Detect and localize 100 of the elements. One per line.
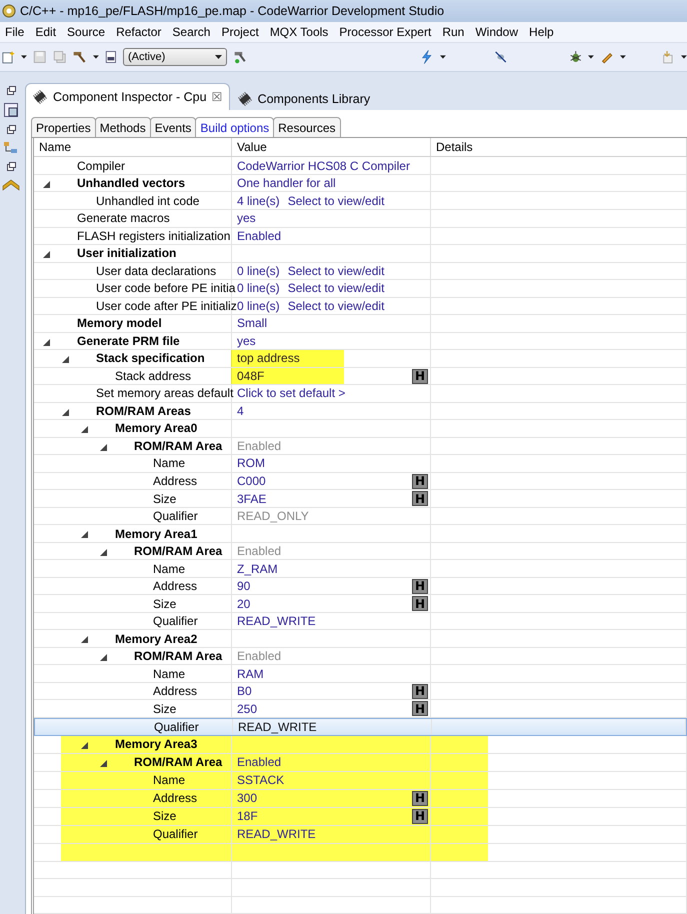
edit-link[interactable]: Select to view/edit — [280, 194, 384, 208]
expanded-arrow-icon[interactable] — [43, 251, 50, 258]
expanded-arrow-icon[interactable] — [62, 356, 69, 364]
tree-row[interactable]: Memory Area2 — [34, 630, 687, 648]
tree-row[interactable]: Name SSTACK — [34, 772, 687, 790]
dropdown-caret-icon[interactable] — [440, 55, 446, 59]
tree-row[interactable]: Qualifier READ_WRITE — [34, 826, 687, 844]
inspector-tab[interactable]: Properties — [31, 117, 96, 137]
expanded-arrow-icon[interactable] — [81, 742, 88, 748]
menu-item[interactable]: Help — [524, 25, 560, 39]
menu-item[interactable]: Window — [470, 25, 524, 39]
bug-icon[interactable] — [569, 49, 582, 65]
expanded-arrow-icon[interactable] — [81, 636, 88, 644]
tree-row[interactable]: Memory model Small — [34, 315, 687, 333]
property-value: Enabled — [236, 755, 282, 769]
menu-item[interactable]: Refactor — [111, 25, 168, 39]
property-name: Address — [153, 684, 198, 698]
restore-icon[interactable] — [6, 86, 16, 95]
property-name: Qualifier — [153, 614, 198, 628]
property-name: ROM/RAM Area — [134, 438, 222, 453]
hex-button[interactable]: H — [412, 808, 428, 824]
property-value: Enabled — [236, 649, 282, 664]
tree-row[interactable]: Memory Area1 — [34, 525, 687, 543]
dropdown-caret-icon[interactable] — [93, 55, 100, 59]
inspector-tab[interactable]: Events — [150, 117, 196, 137]
property-value: ROM — [236, 456, 265, 470]
column-header[interactable]: Details — [431, 138, 687, 156]
expanded-arrow-icon[interactable] — [81, 531, 88, 538]
tree-row[interactable]: Memory Area3 — [34, 736, 687, 754]
property-value: Enabled — [236, 544, 282, 558]
property-value: Z_RAM — [236, 562, 278, 576]
new-file-icon[interactable] — [2, 49, 16, 65]
chevron-up-icon[interactable] — [2, 178, 20, 192]
dropdown-caret-icon[interactable] — [21, 55, 28, 59]
inspector-tab[interactable]: Build options — [195, 117, 274, 137]
tree-row[interactable]: Size 18F H — [34, 808, 687, 826]
menu-item[interactable]: Source — [62, 25, 112, 39]
property-value: Small — [236, 316, 268, 330]
tree-row[interactable]: Compiler CodeWarrior HCS08 C Compiler — [34, 157, 687, 175]
tree-row[interactable]: Unhandled int code 4 line(s) Select to view/edit — [34, 192, 687, 210]
c-file-icon[interactable] — [3, 102, 19, 118]
hex-button[interactable]: H — [412, 368, 428, 384]
tree-row[interactable]: Generate macros yes — [34, 210, 687, 228]
tree-row[interactable]: User code after PE initializ0 line(s) Select to view/edit — [34, 298, 687, 316]
view-tab-label[interactable]: Components Library — [258, 92, 370, 106]
expanded-arrow-icon[interactable] — [43, 180, 50, 188]
edit-link[interactable]: Select to view/edit — [280, 264, 384, 278]
property-value: 048F — [236, 368, 264, 383]
property-name: ROM/RAM Area — [134, 544, 222, 558]
tree-row[interactable]: ROM/RAM Areas 4 — [34, 402, 687, 420]
tree-row[interactable]: Memory Area0 — [34, 420, 687, 438]
tree-row[interactable]: Unhandled vectors One handler for all — [34, 174, 687, 192]
view-tab-label[interactable]: Component Inspector - Cpu — [53, 90, 207, 104]
view-tab[interactable]: Components Library — [230, 86, 378, 110]
inspector-tab[interactable]: Resources — [273, 117, 340, 137]
restore-icon[interactable] — [6, 125, 16, 134]
disconnect-icon[interactable] — [494, 49, 508, 65]
menu-item[interactable]: Project — [216, 25, 265, 39]
property-name: Name — [153, 666, 186, 681]
property-name: User code after PE initializ — [96, 298, 237, 313]
edit-link[interactable]: Select to view/edit — [280, 298, 384, 313]
menu-item[interactable]: MQX Tools — [264, 25, 334, 39]
property-value: yes — [236, 334, 256, 348]
tree-row[interactable]: Set memory areas default Click to set default > — [34, 385, 687, 403]
expanded-arrow-icon[interactable] — [100, 760, 107, 766]
expanded-arrow-icon[interactable] — [81, 426, 88, 434]
tree-row[interactable]: ROM/RAM Area Enabled — [34, 754, 687, 772]
tree-row[interactable]: Stack address 048F H — [34, 368, 687, 386]
view-tab[interactable]: Component Inspector - Cpu ☒ — [25, 83, 230, 110]
dropdown-caret-icon[interactable] — [681, 55, 687, 59]
hierarchy-icon[interactable] — [3, 141, 19, 155]
tree-row[interactable]: Stack specification top address — [34, 350, 687, 368]
hex-button[interactable]: H — [412, 790, 428, 806]
property-value: Click to set default > — [236, 386, 346, 400]
tree-row[interactable]: User initialization — [34, 245, 687, 263]
menu-item[interactable]: Run — [437, 25, 470, 39]
menu-item[interactable]: File — [0, 25, 30, 39]
restore-icon[interactable] — [6, 162, 16, 171]
close-icon[interactable]: ☒ — [212, 90, 223, 104]
dropdown-caret-icon[interactable] — [620, 55, 626, 59]
inspector-tab[interactable]: Methods — [94, 117, 151, 137]
menu-item[interactable]: Search — [167, 25, 216, 39]
configuration-dropdown[interactable]: (Active) — [123, 48, 228, 66]
property-value: 3FAE — [236, 492, 266, 506]
menu-item[interactable]: Processor Expert — [334, 25, 438, 39]
tree-row[interactable]: Address 300 H — [34, 790, 687, 808]
tree-row[interactable]: User code before PE initia0 line(s) Select to view/edit — [34, 280, 687, 298]
property-name: FLASH registers initialization — [77, 228, 230, 243]
tree-row[interactable]: User data declarations 0 line(s) Select to view/edit — [34, 262, 687, 280]
dropdown-caret-icon[interactable] — [215, 55, 222, 59]
dropdown-caret-icon[interactable] — [588, 55, 594, 59]
menu-item[interactable]: Edit — [30, 25, 62, 39]
tree-row[interactable]: FLASH registers initialization Enabled — [34, 228, 687, 246]
expanded-arrow-icon[interactable] — [43, 338, 50, 346]
lightning-icon[interactable] — [420, 48, 434, 66]
edit-link[interactable]: Select to view/edit — [280, 281, 384, 296]
expanded-arrow-icon[interactable] — [62, 408, 69, 416]
chip-icon — [32, 89, 48, 105]
column-header[interactable]: Value — [232, 138, 431, 156]
column-header[interactable]: Name — [34, 138, 232, 156]
